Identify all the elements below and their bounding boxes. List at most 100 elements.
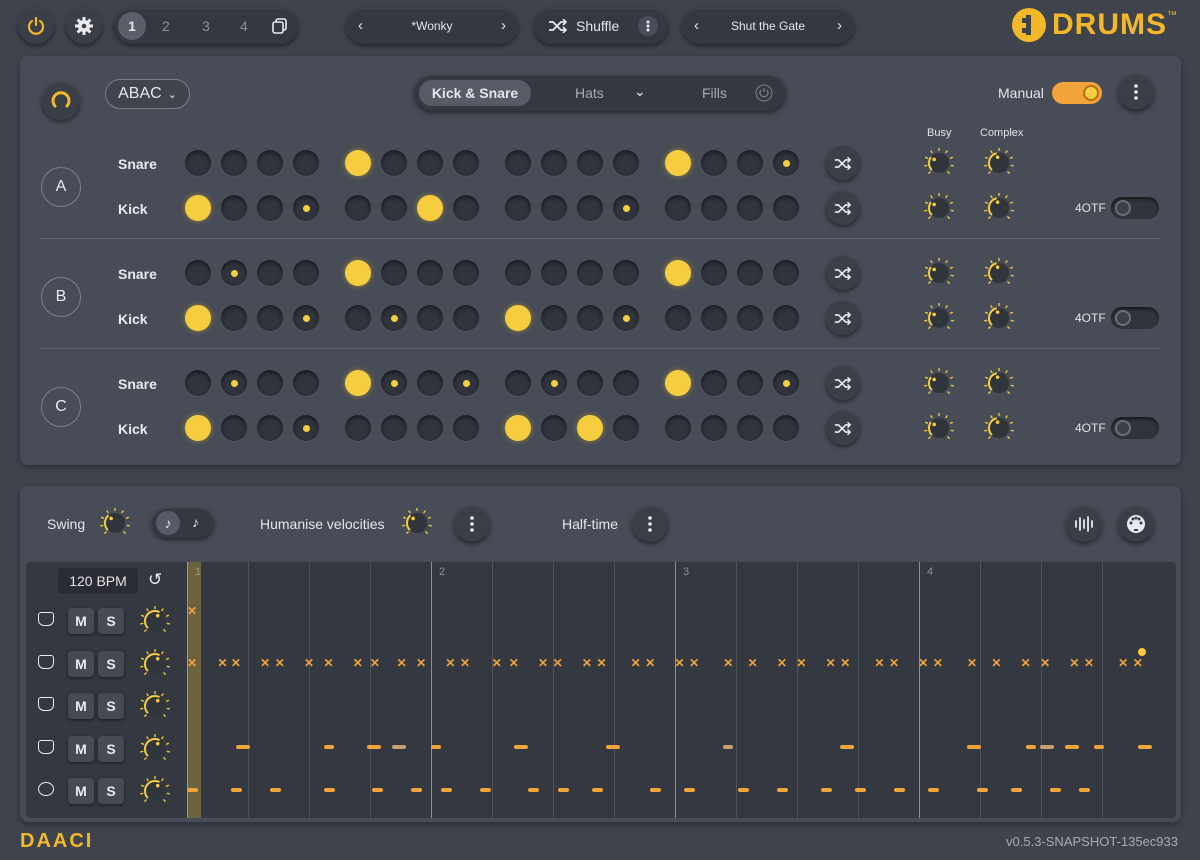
step-button[interactable] [453, 150, 479, 176]
step-button[interactable] [541, 195, 567, 221]
step-button[interactable] [185, 260, 211, 286]
step-button[interactable] [345, 150, 371, 176]
step-button[interactable] [293, 260, 319, 286]
step-button[interactable] [613, 195, 639, 221]
step-button[interactable] [293, 305, 319, 331]
step-button[interactable] [417, 260, 443, 286]
step-button[interactable] [505, 260, 531, 286]
solo-button[interactable]: S [98, 693, 124, 719]
humanise-more-button[interactable] [454, 506, 490, 542]
step-button[interactable] [577, 370, 603, 396]
note-marker[interactable]: ✕ [933, 657, 943, 669]
note-marker[interactable] [1025, 745, 1036, 749]
step-button[interactable] [541, 415, 567, 441]
step-button[interactable] [257, 150, 283, 176]
busy-knob[interactable] [924, 148, 954, 178]
structure-dropdown[interactable]: ABAC ⌄ [105, 79, 190, 109]
note-marker[interactable] [1010, 788, 1022, 792]
step-button[interactable] [701, 305, 727, 331]
otf-toggle[interactable] [1111, 417, 1159, 439]
midi-button[interactable] [1118, 506, 1154, 542]
note-marker[interactable]: ✕ [748, 657, 758, 669]
note-marker[interactable] [1093, 745, 1104, 749]
note-marker[interactable]: ✕ [217, 657, 227, 669]
swing-knob[interactable] [100, 508, 130, 538]
note-marker[interactable] [976, 788, 988, 792]
note-marker[interactable] [928, 788, 939, 792]
note-marker[interactable] [893, 788, 905, 792]
step-button[interactable] [417, 305, 443, 331]
tab-kick-snare[interactable]: Kick & Snare [419, 80, 531, 106]
step-button[interactable] [345, 415, 371, 441]
step-button[interactable] [293, 150, 319, 176]
step-button[interactable] [221, 260, 247, 286]
step-button[interactable] [613, 150, 639, 176]
step-button[interactable] [665, 415, 691, 441]
note-marker[interactable]: ✕ [967, 657, 977, 669]
note-marker[interactable]: ✕ [631, 657, 641, 669]
note-marker[interactable] [606, 745, 621, 749]
step-button[interactable] [701, 370, 727, 396]
step-button[interactable] [257, 195, 283, 221]
note-marker[interactable]: ✕ [231, 657, 241, 669]
step-button[interactable] [293, 370, 319, 396]
note-marker[interactable] [513, 745, 528, 749]
note-marker[interactable]: ✕ [1133, 657, 1143, 669]
step-button[interactable] [185, 370, 211, 396]
step-button[interactable] [577, 305, 603, 331]
step-button[interactable] [613, 370, 639, 396]
mute-button[interactable]: M [68, 608, 94, 634]
step-button[interactable] [737, 150, 763, 176]
note-marker[interactable]: ✕ [397, 657, 407, 669]
note-marker[interactable] [1040, 745, 1055, 749]
pattern-more-button[interactable] [1118, 74, 1154, 110]
step-button[interactable] [613, 260, 639, 286]
tab-fills[interactable]: Fills [702, 85, 727, 101]
power-button[interactable] [18, 8, 54, 44]
step-button[interactable] [185, 150, 211, 176]
note-marker[interactable]: ✕ [1069, 657, 1079, 669]
step-button[interactable] [665, 150, 691, 176]
chevron-right-icon[interactable]: › [837, 17, 842, 34]
complex-knob[interactable] [984, 413, 1014, 443]
step-button[interactable] [453, 370, 479, 396]
note-marker[interactable] [557, 788, 569, 792]
settings-button[interactable] [66, 8, 102, 44]
fills-power-icon[interactable] [755, 84, 773, 102]
step-button[interactable] [541, 370, 567, 396]
note-marker[interactable]: ✕ [538, 657, 548, 669]
step-button[interactable] [381, 195, 407, 221]
step-button[interactable] [541, 305, 567, 331]
step-button[interactable] [221, 415, 247, 441]
copy-icon[interactable] [272, 18, 288, 34]
step-button[interactable] [381, 370, 407, 396]
step-button[interactable] [577, 195, 603, 221]
note-marker[interactable]: ✕ [1040, 657, 1050, 669]
solo-button[interactable]: S [98, 608, 124, 634]
waveform-button[interactable] [1066, 506, 1102, 542]
busy-knob[interactable] [924, 413, 954, 443]
step-button[interactable] [417, 195, 443, 221]
step-button[interactable] [737, 260, 763, 286]
step-button[interactable] [665, 305, 691, 331]
note-marker[interactable]: ✕ [553, 657, 563, 669]
complex-knob[interactable] [984, 303, 1014, 333]
track-volume-knob[interactable] [140, 733, 170, 764]
mute-button[interactable]: M [68, 778, 94, 804]
regenerate-button[interactable] [42, 82, 80, 120]
solo-button[interactable]: S [98, 778, 124, 804]
note-marker[interactable]: ✕ [353, 657, 363, 669]
step-button[interactable] [665, 260, 691, 286]
step-button[interactable] [257, 370, 283, 396]
note-marker[interactable] [1137, 745, 1152, 749]
note-marker[interactable]: ✕ [889, 657, 899, 669]
note-marker[interactable]: ✕ [260, 657, 270, 669]
slot-1[interactable]: 1 [118, 12, 146, 40]
note-marker[interactable]: ✕ [840, 657, 850, 669]
note-marker[interactable] [1064, 745, 1079, 749]
note-marker[interactable] [1049, 788, 1061, 792]
note-marker[interactable]: ✕ [304, 657, 314, 669]
note-marker[interactable]: ✕ [509, 657, 519, 669]
step-button[interactable] [737, 195, 763, 221]
note-marker[interactable] [737, 788, 749, 792]
